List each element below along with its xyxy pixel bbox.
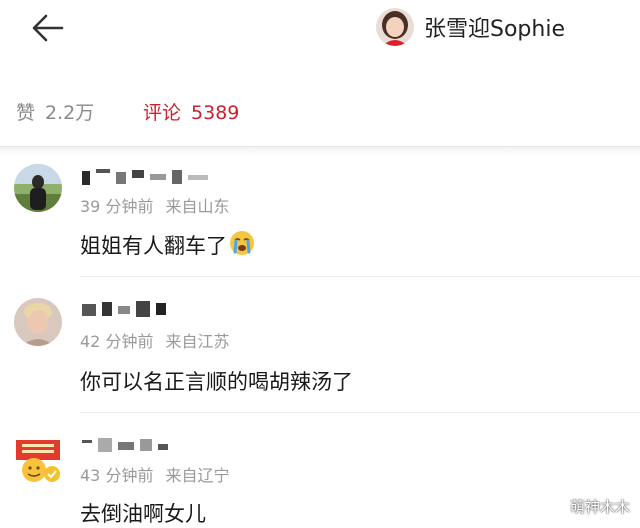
comment-item[interactable]: 39 分钟前 来自山东 姐姐有人翻车了	[0, 160, 640, 278]
comment-meta: 39 分钟前 来自山东	[80, 193, 229, 217]
tab-likes[interactable]: 赞 2.2万	[16, 98, 94, 125]
commenter-avatar[interactable]	[14, 436, 62, 484]
tab-comments[interactable]: 评论 5389	[143, 98, 239, 125]
crying-face-icon	[230, 231, 254, 255]
commenter-username[interactable]	[80, 434, 220, 456]
interaction-tabs: 赞 2.2万 评论 5389	[0, 90, 640, 134]
comment-meta: 43 分钟前 来自辽宁	[80, 462, 229, 486]
comment-location: 来自山东	[165, 197, 230, 216]
commenter-username[interactable]	[80, 166, 220, 188]
arrow-left-icon	[32, 14, 64, 42]
profile-avatar[interactable]	[376, 8, 414, 46]
divider-shadow	[0, 147, 640, 155]
comments-label: 评论	[143, 102, 182, 124]
profile-name: 张雪迎Sophie	[424, 17, 565, 42]
comment-location: 来自辽宁	[165, 466, 230, 485]
commenter-avatar[interactable]	[14, 298, 62, 346]
likes-count: 2.2万	[45, 102, 95, 124]
comment-time: 39 分钟前	[80, 197, 154, 216]
back-button[interactable]	[28, 10, 68, 46]
top-bar: 张雪迎Sophie	[0, 0, 640, 56]
comment-text: 去倒油啊女儿	[80, 498, 206, 528]
comment-time: 43 分钟前	[80, 466, 154, 485]
comment-item[interactable]: 43 分钟前 来自辽宁 去倒油啊女儿	[0, 430, 640, 528]
comment-item[interactable]: 42 分钟前 来自江苏 你可以名正言顺的喝胡辣汤了	[0, 296, 640, 414]
comment-text: 姐姐有人翻车了	[80, 230, 255, 260]
comment-text-content: 你可以名正言顺的喝胡辣汤了	[80, 370, 353, 394]
likes-label: 赞	[16, 102, 36, 124]
comment-text: 你可以名正言顺的喝胡辣汤了	[80, 366, 353, 396]
comment-time: 42 分钟前	[80, 332, 154, 351]
comment-separator	[80, 412, 640, 413]
comment-separator	[80, 276, 640, 277]
comment-meta: 42 分钟前 来自江苏	[80, 328, 229, 352]
commenter-username[interactable]	[80, 298, 220, 320]
comments-count: 5389	[191, 102, 240, 124]
comment-text-content: 去倒油啊女儿	[80, 502, 206, 526]
comment-location: 来自江苏	[165, 332, 230, 351]
watermark: 萌神木木	[569, 498, 630, 516]
comment-text-content: 姐姐有人翻车了	[80, 234, 227, 258]
profile-header[interactable]: 张雪迎Sophie	[376, 7, 565, 47]
commenter-avatar[interactable]	[14, 164, 62, 212]
